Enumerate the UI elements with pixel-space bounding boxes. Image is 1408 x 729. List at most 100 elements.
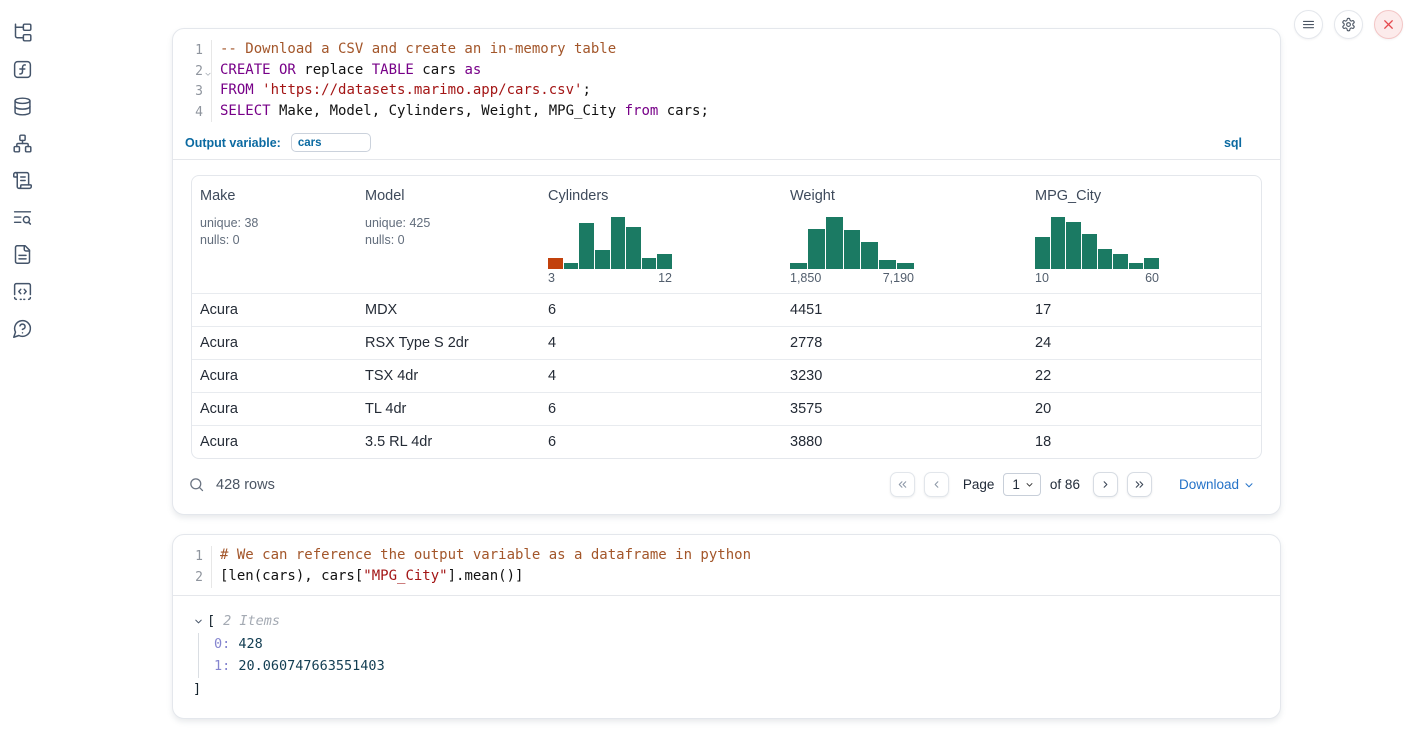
output-variable-label: Output variable: — [185, 136, 281, 150]
histogram-bar — [897, 263, 914, 270]
output-tree: [ 2 Items 0: 4281: 20.060747663551403 ] — [173, 596, 1280, 718]
table-body: AcuraMDX6445117AcuraRSX Type S 2dr427782… — [192, 293, 1261, 458]
table-row[interactable]: AcuraRSX Type S 2dr4277824 — [192, 326, 1261, 359]
column-header-mpg-city[interactable]: MPG_City 1060 — [1027, 176, 1261, 293]
pagination: Page 1 of 86 Download — [890, 472, 1255, 497]
close-icon — [1381, 17, 1396, 32]
table-cell: 6 — [540, 434, 782, 450]
collapse-chevron-icon[interactable] — [193, 615, 204, 626]
variables-icon[interactable] — [11, 58, 34, 81]
next-page-button[interactable] — [1093, 472, 1118, 497]
code-text: # We can reference the output variable a… — [211, 546, 751, 567]
table-cell: Acura — [192, 335, 357, 351]
histogram-bar — [1098, 249, 1113, 270]
table-cell: 6 — [540, 401, 782, 417]
table-cell: 22 — [1027, 368, 1261, 384]
table-row[interactable]: AcuraTSX 4dr4323022 — [192, 359, 1261, 392]
help-icon[interactable] — [11, 317, 34, 340]
table-cell: 3575 — [782, 401, 1027, 417]
dependencies-icon[interactable] — [11, 132, 34, 155]
cylinders-histogram — [548, 217, 672, 269]
output-variable-row: Output variable: sql — [173, 129, 1280, 160]
tree-items: 0: 4281: 20.060747663551403 — [198, 633, 1280, 678]
tree-entry-value: 20.060747663551403 — [230, 658, 384, 674]
table-cell: Acura — [192, 302, 357, 318]
chevron-down-icon — [1243, 479, 1255, 491]
open-bracket: [ — [207, 613, 215, 629]
code-line[interactable]: 4SELECT Make, Model, Cylinders, Weight, … — [179, 102, 1280, 123]
histogram-bar — [1113, 254, 1128, 270]
code-line[interactable]: 3FROM 'https://datasets.marimo.app/cars.… — [179, 81, 1280, 102]
documentation-icon[interactable] — [11, 243, 34, 266]
histogram-axis-labels: 312 — [548, 271, 672, 285]
line-number: 2 — [179, 61, 203, 82]
column-stats: unique: 38 nulls: 0 — [200, 215, 349, 249]
column-header-weight[interactable]: Weight 1,8507,190 — [782, 176, 1027, 293]
snippets-icon[interactable] — [11, 280, 34, 303]
tree-entry-key: 1: — [214, 658, 230, 674]
column-header-model[interactable]: Model unique: 425 nulls: 0 — [357, 176, 540, 293]
chevron-right-icon — [1099, 478, 1112, 491]
language-toggle[interactable]: sql — [1224, 136, 1242, 150]
shutdown-button[interactable] — [1374, 10, 1403, 39]
table-cell: Acura — [192, 434, 357, 450]
last-page-button[interactable] — [1127, 472, 1152, 497]
tree-entry: 0: 428 — [214, 633, 1280, 656]
logs-icon[interactable] — [11, 206, 34, 229]
datasources-icon[interactable] — [11, 95, 34, 118]
histogram-bar — [579, 223, 594, 270]
histogram-bar — [1144, 258, 1159, 269]
table-cell: 4451 — [782, 302, 1027, 318]
tree-entry-key: 0: — [214, 636, 230, 652]
previous-page-button[interactable] — [924, 472, 949, 497]
settings-button[interactable] — [1334, 10, 1363, 39]
table-row[interactable]: AcuraMDX6445117 — [192, 293, 1261, 326]
file-explorer-icon[interactable] — [11, 21, 34, 44]
table-cell: Acura — [192, 401, 357, 417]
code-text: -- Download a CSV and create an in-memor… — [211, 40, 616, 61]
histogram-bar — [1051, 217, 1066, 269]
search-icon[interactable] — [187, 476, 205, 494]
histogram-bar — [879, 260, 896, 269]
histogram-bar — [808, 229, 825, 270]
histogram-bar — [595, 250, 610, 270]
histogram-axis-labels: 1060 — [1035, 271, 1159, 285]
page-label: Page — [963, 477, 995, 492]
histogram-bar — [861, 242, 878, 269]
menu-button[interactable] — [1294, 10, 1323, 39]
results-table: Make unique: 38 nulls: 0 Model unique: 4… — [191, 175, 1262, 459]
scratchpad-icon[interactable] — [11, 169, 34, 192]
first-page-button[interactable] — [890, 472, 915, 497]
histogram-bar — [642, 258, 657, 269]
table-cell: 17 — [1027, 302, 1261, 318]
table-row[interactable]: Acura3.5 RL 4dr6388018 — [192, 425, 1261, 458]
code-line[interactable]: 1-- Download a CSV and create an in-memo… — [179, 40, 1280, 61]
line-number: 1 — [179, 546, 203, 567]
histogram-bar — [844, 230, 861, 269]
download-button[interactable]: Download — [1179, 477, 1255, 492]
fold-chevron-icon[interactable] — [204, 65, 212, 73]
table-cell: MDX — [357, 302, 540, 318]
code-line[interactable]: 2 [len(cars), cars["MPG_City"].mean()] — [179, 567, 1280, 588]
table-cell: TSX 4dr — [357, 368, 540, 384]
tree-entry-value: 428 — [230, 636, 263, 652]
left-sidebar — [0, 0, 44, 729]
page-total: of 86 — [1050, 477, 1080, 492]
sql-code-editor[interactable]: 1-- Download a CSV and create an in-memo… — [173, 29, 1280, 129]
column-header-make[interactable]: Make unique: 38 nulls: 0 — [192, 176, 357, 293]
code-line[interactable]: 2CREATE OR replace TABLE cars as — [179, 61, 1280, 82]
code-text: [len(cars), cars["MPG_City"].mean()] — [211, 567, 523, 588]
page-select[interactable]: 1 — [1003, 473, 1041, 496]
table-cell: TL 4dr — [357, 401, 540, 417]
output-variable-input[interactable] — [291, 133, 371, 152]
column-stats: unique: 425 nulls: 0 — [365, 215, 532, 249]
table-cell: 3230 — [782, 368, 1027, 384]
table-row[interactable]: AcuraTL 4dr6357520 — [192, 392, 1261, 425]
line-number: 2 — [179, 567, 203, 588]
table-cell: 24 — [1027, 335, 1261, 351]
python-code-editor[interactable]: 1 # We can reference the output variable … — [173, 535, 1280, 595]
histogram-bar — [548, 258, 563, 269]
histogram-bar — [1035, 237, 1050, 269]
column-header-cylinders[interactable]: Cylinders 312 — [540, 176, 782, 293]
code-line[interactable]: 1 # We can reference the output variable … — [179, 546, 1280, 567]
